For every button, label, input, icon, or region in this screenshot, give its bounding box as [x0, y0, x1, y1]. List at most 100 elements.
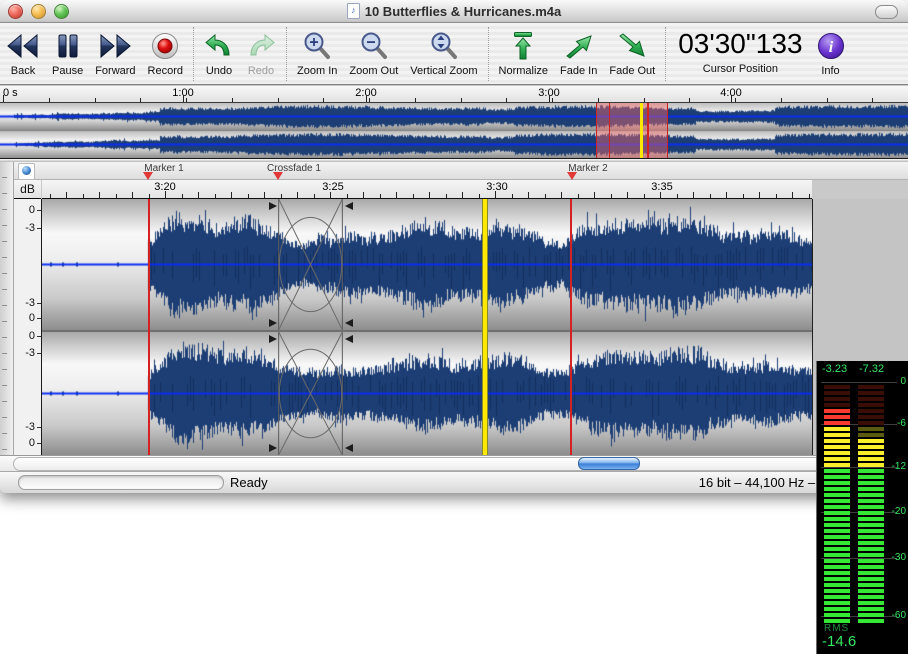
redo-button[interactable]: Redo — [240, 26, 282, 78]
globe-icon — [22, 166, 31, 175]
ruler-tick — [132, 192, 133, 198]
crossfade-handle[interactable] — [345, 319, 353, 327]
crossfade-handle[interactable] — [269, 319, 277, 327]
marker-row[interactable]: Marker 1Crossfade 1Marker 2 — [0, 162, 908, 180]
zoom-out-button[interactable]: Zoom Out — [343, 26, 404, 78]
marker-label: Marker 2 — [540, 163, 636, 174]
db-scale-label: -3 — [14, 297, 35, 309]
ruler-tick — [776, 194, 777, 198]
zoom-in-button[interactable]: Zoom In — [291, 26, 343, 78]
meter-led-segment — [858, 601, 884, 605]
forward-button[interactable]: Forward — [89, 26, 141, 78]
ruler-tick — [323, 98, 324, 102]
meter-led-segment — [858, 469, 884, 473]
crossfade-handle[interactable] — [345, 202, 353, 210]
zoom-out-label: Zoom Out — [349, 65, 398, 77]
meter-led-segment — [858, 385, 884, 389]
meter-scale-label: -6 — [897, 418, 906, 429]
fade-out-button[interactable]: Fade Out — [603, 26, 661, 78]
crossfade-handle[interactable] — [269, 202, 277, 210]
marker-flag[interactable] — [143, 172, 153, 180]
ruler-tick — [545, 194, 546, 198]
db-scale-tick — [37, 228, 41, 229]
ruler-label: 3:35 — [637, 181, 687, 193]
fade-in-button[interactable]: Fade In — [554, 26, 603, 78]
info-icon: i — [817, 27, 845, 64]
info-button[interactable]: i Info — [811, 26, 851, 78]
db-scale-label: -3 — [14, 347, 35, 359]
ruler-tick — [759, 192, 760, 198]
crossfade-handle[interactable] — [269, 444, 277, 452]
ruler-tick — [781, 98, 782, 102]
ruler-tick — [366, 95, 367, 102]
ruler-tick — [809, 194, 810, 198]
toolbar-separator — [286, 27, 287, 81]
cursor-position-label: Cursor Position — [703, 63, 778, 75]
back-button[interactable]: Back — [0, 26, 46, 78]
marker-flag[interactable] — [273, 172, 283, 180]
status-bar: Ready 16 bit – 44,100 Hz – 4'57"99 — [0, 471, 908, 493]
marker-label: Crossfade 1 — [246, 163, 342, 174]
normalize-button[interactable]: Normalize — [493, 26, 555, 78]
db-scale-tick — [37, 318, 41, 319]
meter-led-segment — [824, 607, 850, 611]
selection-end-line[interactable] — [570, 199, 572, 455]
record-label: Record — [148, 65, 183, 77]
ruler-tick — [95, 98, 96, 102]
ruler-tick — [461, 98, 462, 102]
meter-led-segment — [824, 523, 850, 527]
vertical-zoom-button[interactable]: Vertical Zoom — [404, 26, 483, 78]
crossfade-handle[interactable] — [345, 335, 353, 343]
normalize-icon — [511, 27, 535, 64]
svg-text:i: i — [828, 39, 833, 56]
document-icon-button[interactable] — [18, 163, 35, 180]
meter-led-segment — [858, 607, 884, 611]
db-scale-tick — [37, 336, 41, 337]
meter-led-segment — [824, 439, 850, 443]
editor-time-ruler[interactable]: 3:203:253:303:35 — [42, 180, 812, 199]
meter-led-segment — [858, 475, 884, 479]
waveform-view[interactable] — [42, 199, 813, 455]
title-bar[interactable]: ♪ 10 Butterflies & Hurricanes.m4a — [0, 0, 908, 23]
horizontal-scrollbar[interactable]: ◀ ▶ — [0, 455, 908, 471]
meter-led-segment — [858, 583, 884, 587]
scrollbar-thumb[interactable] — [578, 457, 640, 470]
scrollbar-track[interactable] — [13, 457, 853, 471]
selection-start-line[interactable] — [148, 199, 150, 455]
ruler-tick — [66, 192, 67, 198]
crossfade-overlay[interactable] — [278, 332, 343, 455]
waveform-channel-right[interactable] — [42, 332, 812, 455]
pause-label: Pause — [52, 65, 83, 77]
overview-timeline-ruler[interactable]: 0 s1:002:003:004:00 — [0, 86, 908, 103]
marker-flag[interactable] — [567, 172, 577, 180]
close-button[interactable] — [8, 4, 23, 19]
pause-button[interactable]: Pause — [46, 26, 89, 78]
crossfade-handle[interactable] — [345, 444, 353, 452]
ruler-tick — [396, 192, 397, 198]
toolbar-separator — [193, 27, 194, 81]
zoom-window-button[interactable] — [54, 4, 69, 19]
toolbar-separator — [488, 27, 489, 81]
meter-led-segment — [858, 427, 884, 431]
info-label: Info — [821, 65, 839, 77]
waveform-channel-left[interactable] — [42, 199, 812, 332]
ruler-tick — [83, 194, 84, 198]
db-unit-label: dB — [14, 180, 41, 199]
crossfade-handle[interactable] — [269, 335, 277, 343]
ruler-tick — [561, 192, 562, 198]
ruler-tick — [677, 194, 678, 198]
ruler-tick — [689, 98, 690, 102]
toolbar-toggle-button[interactable] — [875, 5, 898, 19]
undo-button[interactable]: Undo — [198, 26, 240, 78]
peak-value-right: -7.32 — [859, 363, 884, 375]
overview-selection[interactable] — [596, 103, 668, 158]
playback-cursor-line[interactable] — [482, 199, 488, 455]
overview-waveform[interactable] — [0, 103, 908, 158]
record-button[interactable]: Record — [142, 26, 189, 78]
db-scale-label: 0 — [14, 330, 35, 342]
ruler-tick — [429, 192, 430, 198]
meter-led-segment — [824, 535, 850, 539]
meter-led-segment — [824, 415, 850, 419]
minimize-button[interactable] — [31, 4, 46, 19]
crossfade-overlay[interactable] — [278, 199, 343, 330]
